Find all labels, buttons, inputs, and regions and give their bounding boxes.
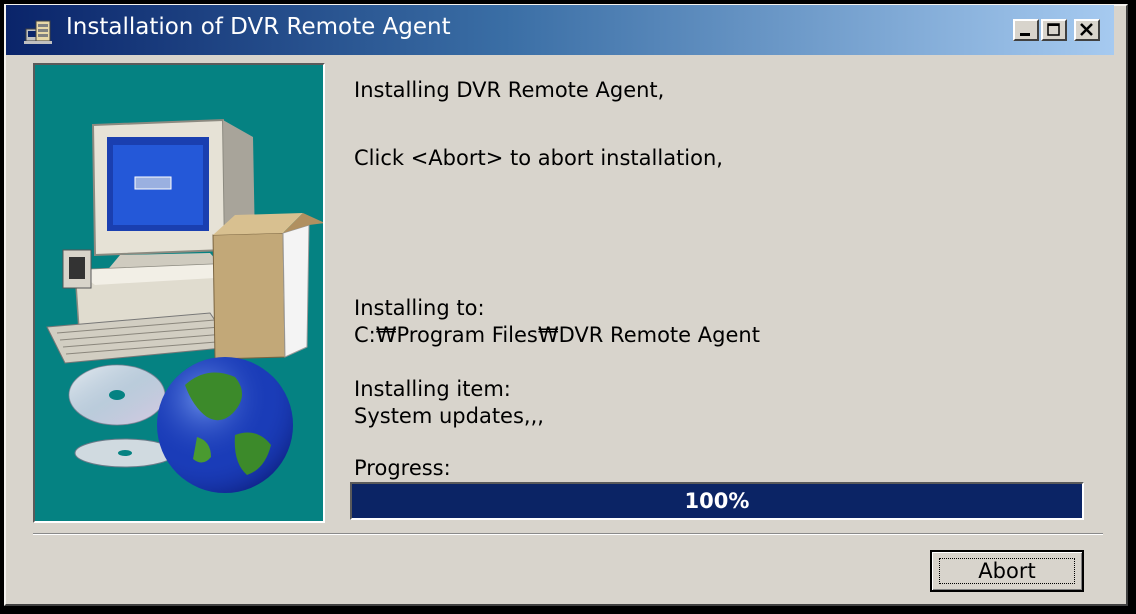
close-button[interactable] [1074,19,1100,41]
setup-icon [24,17,54,45]
title-bar[interactable]: Installation of DVR Remote Agent [6,5,1114,55]
minimize-button[interactable] [1013,19,1039,41]
progress-bar: 100% [350,482,1084,520]
status-line-abort-hint: Click <Abort> to abort installation, [354,146,723,170]
maximize-button[interactable] [1041,19,1067,41]
status-line-installing: Installing DVR Remote Agent, [354,78,665,102]
minimize-icon [1020,33,1030,36]
abort-button[interactable]: Abort [930,550,1084,592]
progress-percent: 100% [684,489,750,513]
window-title: Installation of DVR Remote Agent [66,14,451,40]
maximize-icon [1047,23,1060,36]
installing-item-value: System updates,,, [354,404,544,428]
installing-to-label: Installing to: [354,296,485,320]
close-icon [1080,23,1093,36]
separator-line [33,533,1103,535]
computer-globe-cd-illustration [46,118,323,493]
installing-to-path: C:₩Program Files₩DVR Remote Agent [354,323,760,347]
abort-button-label: Abort [978,559,1036,583]
installing-item-label: Installing item: [354,377,511,401]
installer-illustration-panel [33,63,325,523]
progress-label: Progress: [354,456,451,480]
